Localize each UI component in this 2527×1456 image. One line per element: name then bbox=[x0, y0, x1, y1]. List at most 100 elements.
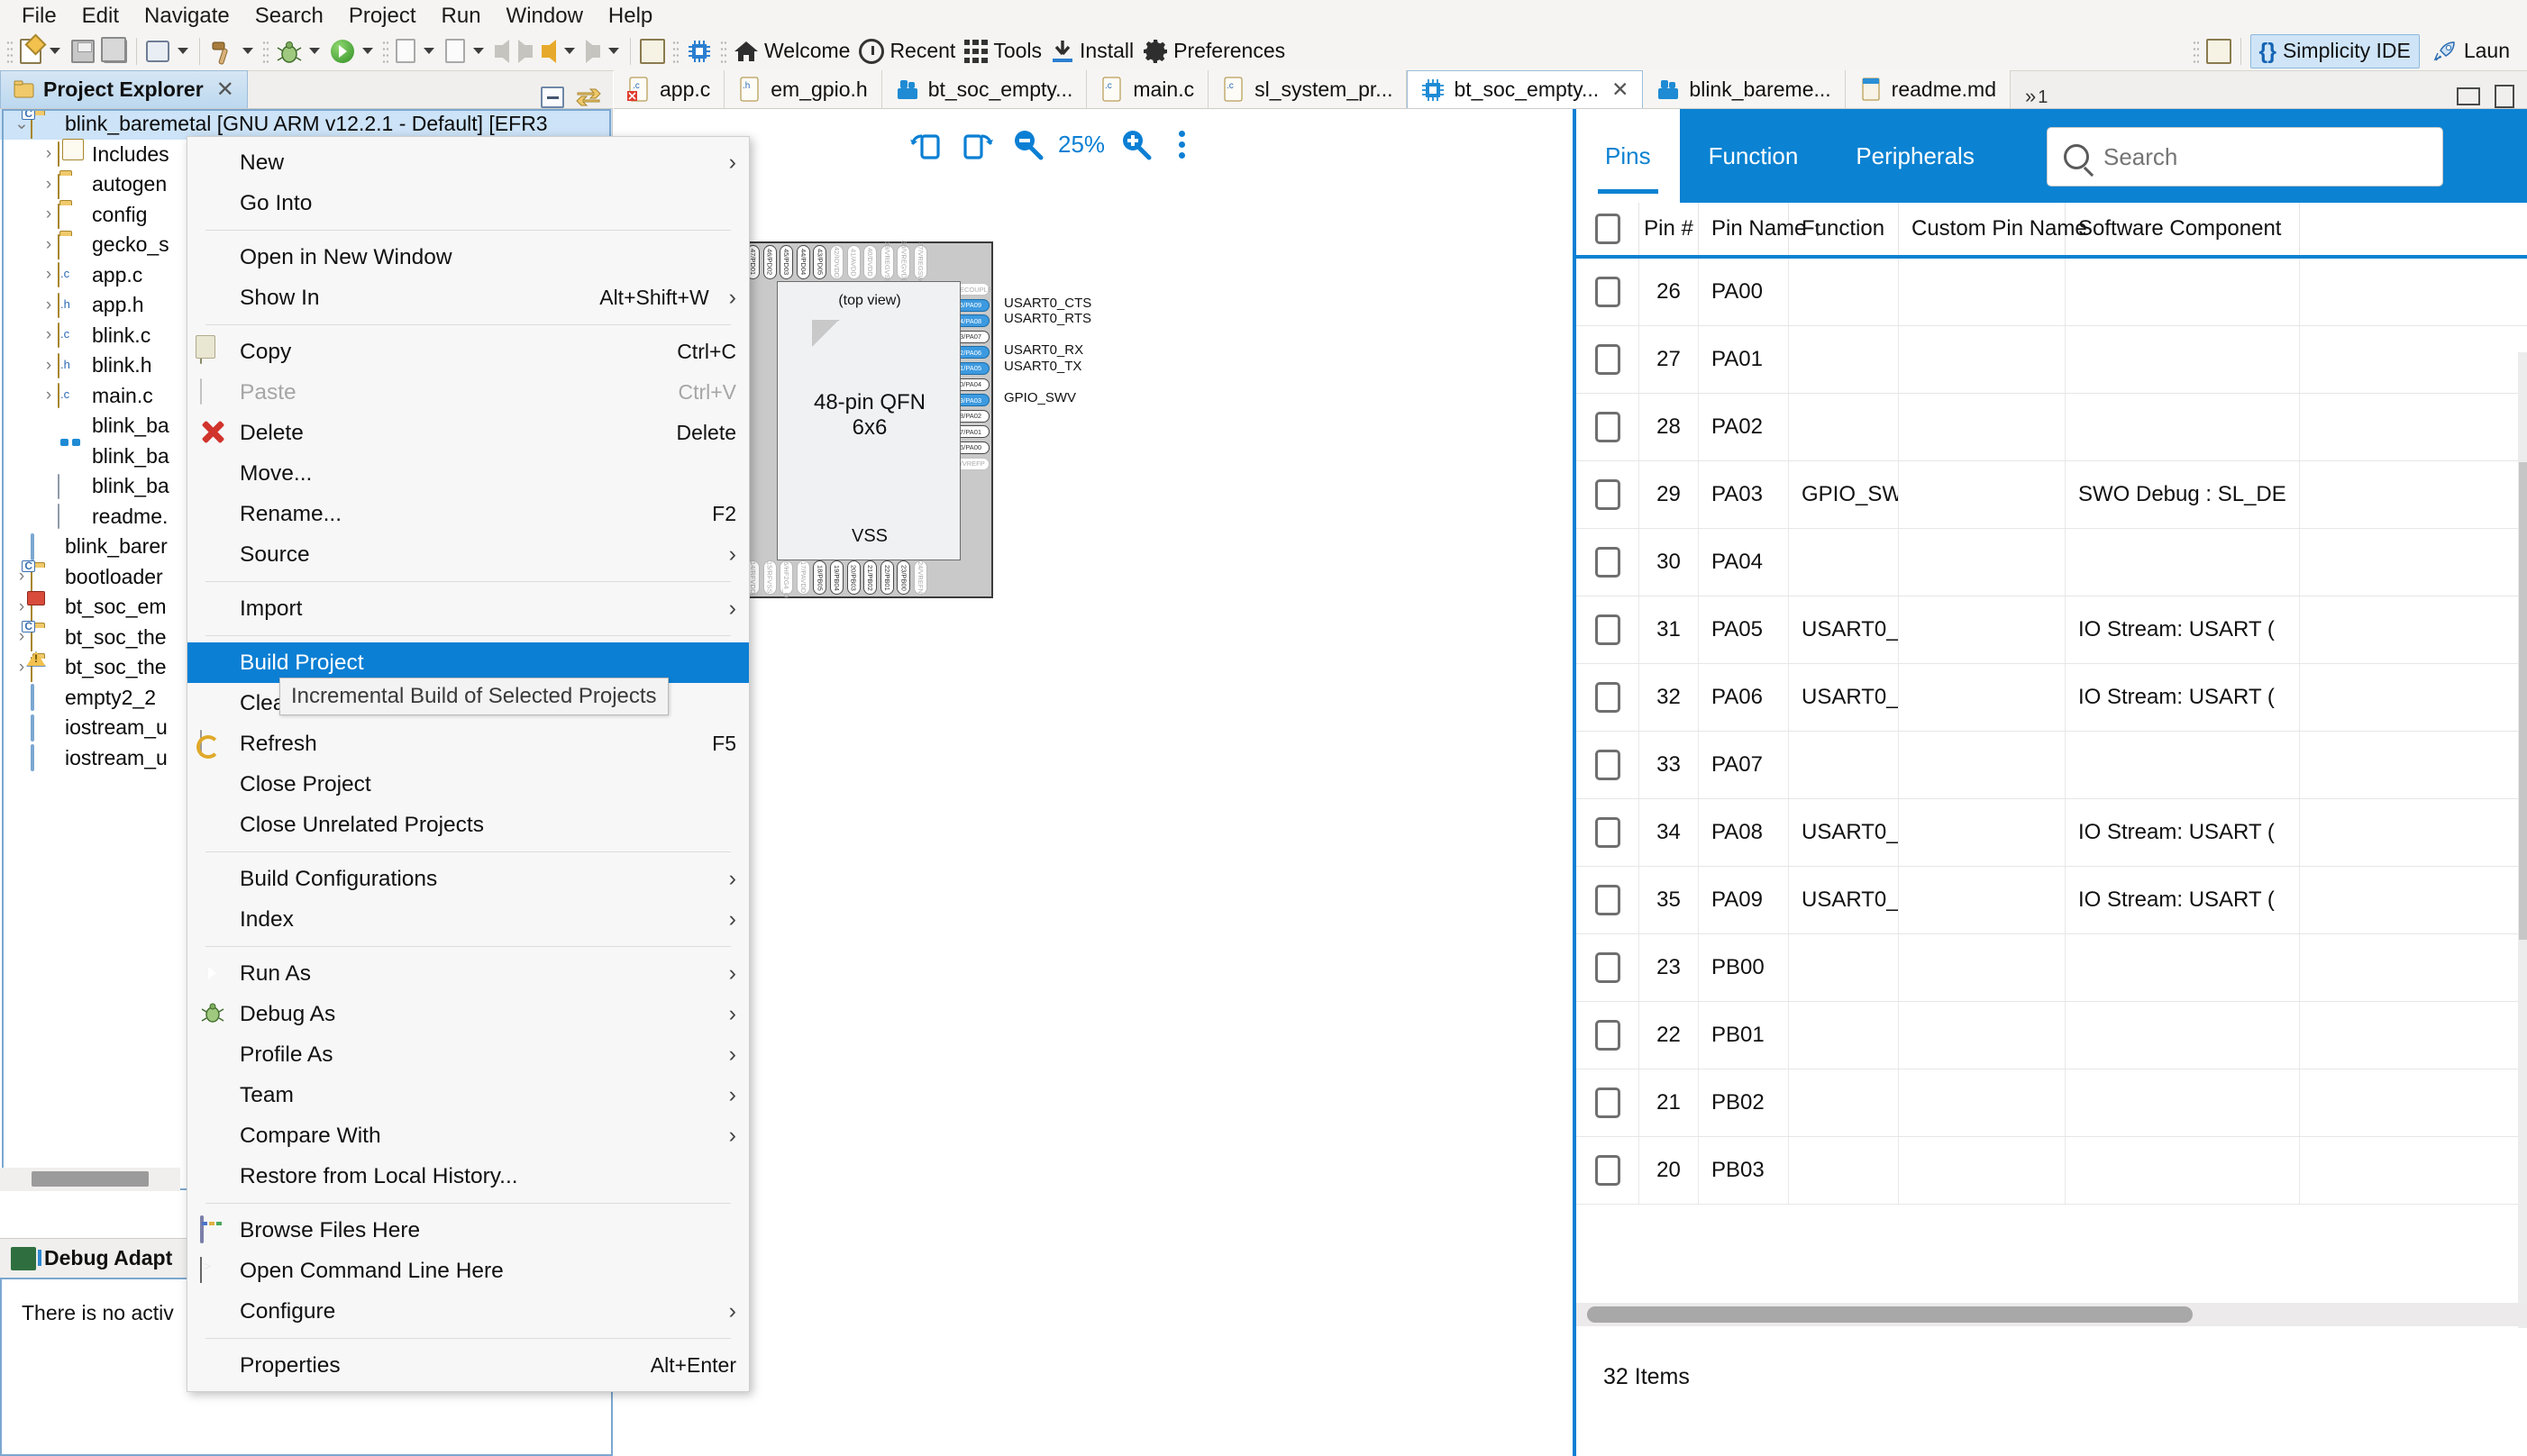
maximize-editor-icon[interactable] bbox=[2495, 85, 2514, 108]
table-row[interactable]: 22 PB01 bbox=[1576, 1002, 2527, 1069]
rotate-left-button[interactable] bbox=[901, 119, 952, 169]
checkbox-icon[interactable] bbox=[1594, 817, 1620, 848]
editor-tab[interactable]: .h em_gpio.h bbox=[725, 70, 882, 108]
editor-tab[interactable]: .c app.c bbox=[614, 70, 725, 108]
context-menu-item-open-in-new-window[interactable]: Open in New Window bbox=[187, 237, 749, 278]
restore-editor-icon[interactable] bbox=[2457, 87, 2480, 105]
pin-search-box[interactable] bbox=[2047, 127, 2443, 187]
back-dropdown-caret[interactable] bbox=[564, 48, 575, 54]
chip-pad[interactable]: 44/PD04 bbox=[796, 245, 810, 279]
row-checkbox[interactable] bbox=[1576, 326, 1639, 393]
toolbar-drag-handle[interactable] bbox=[6, 39, 13, 63]
preferences-button[interactable]: Preferences bbox=[1138, 34, 1290, 68]
checkbox-icon[interactable] bbox=[1594, 479, 1620, 510]
chip-pad[interactable]: 46/PD02 bbox=[762, 245, 777, 279]
header-custom-pin-name[interactable]: Custom Pin Name bbox=[1899, 203, 2087, 255]
pin-table-hscrollbar[interactable] bbox=[1576, 1303, 2527, 1326]
header-select-all[interactable] bbox=[1576, 203, 1639, 255]
menu-item-file[interactable]: File bbox=[9, 4, 69, 29]
menu-item-edit[interactable]: Edit bbox=[69, 4, 132, 29]
project-explorer-hscrollbar[interactable] bbox=[0, 1168, 180, 1191]
context-menu-item-import[interactable]: Import › bbox=[187, 588, 749, 629]
context-menu-item-source[interactable]: Source › bbox=[187, 534, 749, 575]
context-menu-item-run-as[interactable]: Run As › bbox=[187, 953, 749, 994]
editor-tab[interactable]: readme.md bbox=[1845, 70, 2011, 108]
context-menu-item-debug-as[interactable]: Debug As › bbox=[187, 994, 749, 1034]
row-checkbox[interactable] bbox=[1576, 1069, 1639, 1136]
twisty-collapsed-icon[interactable]: › bbox=[40, 325, 58, 345]
project-context-menu[interactable]: New › Go Into Open in New Window Show In Alt+… bbox=[187, 136, 750, 1392]
zoom-in-button[interactable] bbox=[1110, 119, 1161, 169]
toolbar-drag-handle[interactable] bbox=[672, 39, 679, 63]
import-button[interactable] bbox=[441, 34, 470, 68]
twisty-collapsed-icon[interactable]: › bbox=[13, 658, 31, 678]
tab-peripherals[interactable]: Peripherals bbox=[1827, 109, 2003, 203]
table-row[interactable]: 23 PB00 bbox=[1576, 934, 2527, 1002]
table-row[interactable]: 26 PA00 bbox=[1576, 259, 2527, 326]
menu-item-run[interactable]: Run bbox=[429, 4, 494, 29]
pin-table-vscrollbar[interactable] bbox=[2518, 352, 2527, 1420]
zoom-out-button[interactable] bbox=[1002, 119, 1053, 169]
export-dropdown-caret[interactable] bbox=[424, 48, 434, 54]
run-dropdown-caret[interactable] bbox=[362, 48, 373, 54]
debug-dropdown-caret[interactable] bbox=[309, 48, 320, 54]
chip-pad[interactable]: 41/AVDD bbox=[846, 245, 861, 279]
twisty-collapsed-icon[interactable]: › bbox=[40, 205, 58, 224]
table-row[interactable]: 27 PA01 bbox=[1576, 326, 2527, 394]
table-row[interactable]: 32PA06USART0_RX IO Stream: USART ( bbox=[1576, 664, 2527, 732]
checkbox-icon[interactable] bbox=[1594, 885, 1620, 915]
context-menu-item-refresh[interactable]: Refresh F5 bbox=[187, 723, 749, 764]
row-checkbox[interactable] bbox=[1576, 867, 1639, 933]
context-menu-item-team[interactable]: Team › bbox=[187, 1075, 749, 1115]
chip-pad[interactable]: 21/PB02 bbox=[863, 560, 878, 595]
install-button[interactable]: Install bbox=[1046, 34, 1138, 68]
chip-pad[interactable]: 38/VREGVDD bbox=[897, 241, 911, 284]
link-with-editor-icon[interactable] bbox=[575, 86, 602, 108]
pin-table-body[interactable]: 26PA0027PA0128PA0229PA03GPIO_SWV SWO Debu… bbox=[1576, 259, 2527, 1272]
checkbox-icon[interactable] bbox=[1594, 614, 1620, 645]
perspective-simplicity-ide[interactable]: {} Simplicity IDE bbox=[2249, 33, 2420, 68]
context-menu-item-copy[interactable]: Copy Ctrl+C bbox=[187, 332, 749, 372]
table-row[interactable]: 21 PB02 bbox=[1576, 1069, 2527, 1137]
context-menu-item-move[interactable]: Move... bbox=[187, 453, 749, 494]
row-checkbox[interactable] bbox=[1576, 799, 1639, 866]
context-menu-item-properties[interactable]: Properties Alt+Enter bbox=[187, 1345, 749, 1386]
chip-pad[interactable]: 42/IOVDD bbox=[829, 245, 844, 279]
row-checkbox[interactable] bbox=[1576, 461, 1639, 528]
tab-pins[interactable]: Pins bbox=[1576, 109, 1680, 203]
table-row[interactable]: 29PA03GPIO_SWV SWO Debug : SL_DE bbox=[1576, 461, 2527, 529]
editor-tab[interactable]: .c main.c bbox=[1087, 70, 1209, 108]
toolbar-drag-handle[interactable] bbox=[382, 39, 388, 63]
welcome-button[interactable]: Welcome bbox=[729, 34, 854, 68]
debug-button[interactable] bbox=[271, 34, 306, 68]
tree-item[interactable]: ⌄blink_baremetal [GNU ARM v12.2.1 - Defa… bbox=[0, 109, 612, 140]
header-software-component[interactable]: Software Component bbox=[2066, 203, 2300, 255]
collapse-all-icon[interactable] bbox=[541, 86, 564, 108]
device-button[interactable] bbox=[681, 34, 717, 68]
row-checkbox[interactable] bbox=[1576, 664, 1639, 731]
chip-pad[interactable]: 39/VREGVSS bbox=[880, 241, 894, 283]
table-row[interactable]: 20 PB03 bbox=[1576, 1137, 2527, 1205]
chip-pad[interactable]: 16/HF2G4_O bbox=[780, 558, 794, 597]
checkbox-icon[interactable] bbox=[1594, 1087, 1620, 1118]
build-button[interactable] bbox=[205, 34, 239, 68]
chip-pad[interactable]: 24/VREFN bbox=[913, 560, 927, 595]
checkbox-icon[interactable] bbox=[1594, 344, 1620, 375]
context-menu-item-go-into[interactable]: Go Into bbox=[187, 183, 749, 223]
context-menu-item-open-command-line-here[interactable]: Open Command Line Here bbox=[187, 1251, 749, 1291]
context-menu-item-configure[interactable]: Configure › bbox=[187, 1291, 749, 1332]
recent-button[interactable]: Recent bbox=[854, 34, 960, 68]
search-input[interactable] bbox=[2102, 141, 2426, 172]
table-row[interactable]: 35PA09USART0_CTS IO Stream: USART ( bbox=[1576, 867, 2527, 934]
chip-pad[interactable]: 15/RFVSS bbox=[762, 560, 777, 595]
context-menu-item-show-in[interactable]: Show In Alt+Shift+W › bbox=[187, 278, 749, 318]
tab-debug-adapters[interactable]: Debug Adapt bbox=[0, 1239, 183, 1279]
row-checkbox[interactable] bbox=[1576, 529, 1639, 596]
row-checkbox[interactable] bbox=[1576, 934, 1639, 1001]
open-perspective-button-right[interactable] bbox=[2202, 34, 2236, 68]
chip-diagram[interactable]: 47/PD01 46/PD02 45/PD03 44/PD04 43/PD05 42/IO… bbox=[741, 241, 1091, 602]
context-menu-item-delete[interactable]: Delete Delete bbox=[187, 413, 749, 453]
close-icon[interactable]: ✕ bbox=[1611, 77, 1628, 102]
context-menu-item-restore-from-local-history[interactable]: Restore from Local History... bbox=[187, 1156, 749, 1197]
import-dropdown-caret[interactable] bbox=[473, 48, 484, 54]
